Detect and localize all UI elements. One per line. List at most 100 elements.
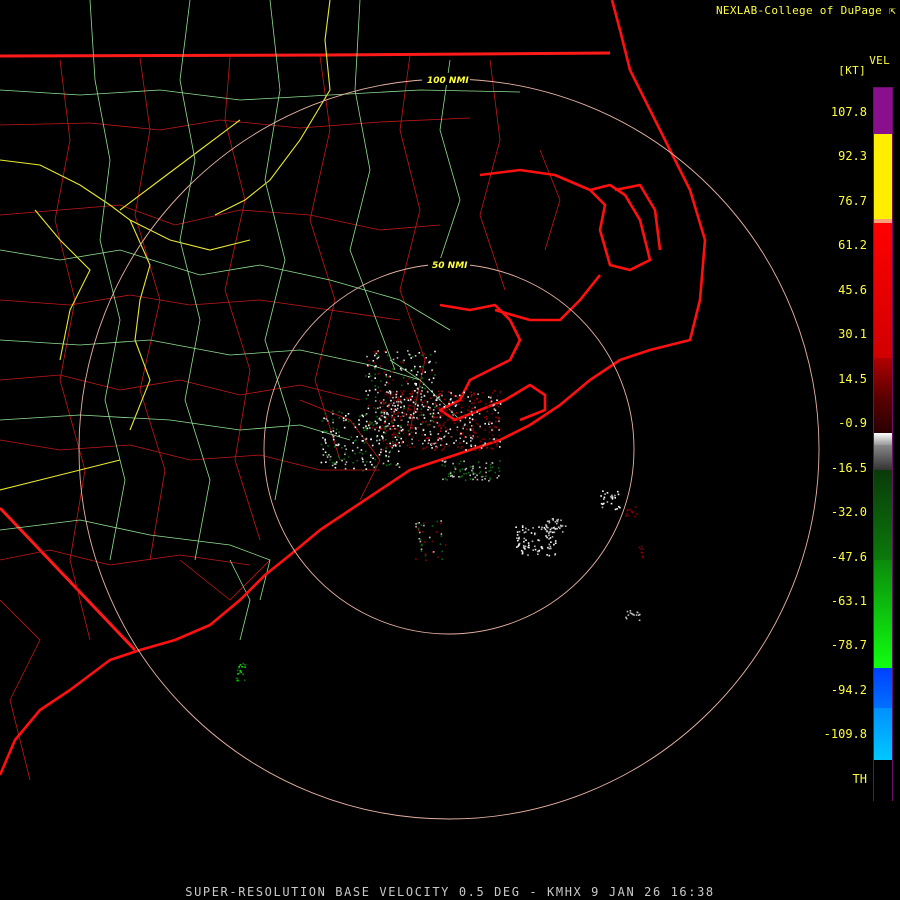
radar-return-pixel <box>499 460 501 462</box>
radar-return-pixel <box>389 392 392 395</box>
radar-return-pixel <box>378 417 381 420</box>
radar-return-pixel <box>382 439 385 442</box>
radar-return-pixel <box>356 436 358 438</box>
radar-return-pixel <box>551 527 553 529</box>
radar-return-pixel <box>325 442 327 444</box>
radar-return-pixel <box>625 616 627 619</box>
radar-return-pixel <box>484 478 486 480</box>
radar-return-pixel <box>369 427 371 429</box>
radar-return-pixel <box>366 429 368 431</box>
radar-return-pixel <box>420 400 423 402</box>
radar-return-pixel <box>461 468 464 470</box>
radar-return-pixel <box>418 531 421 534</box>
radar-return-pixel <box>457 396 459 398</box>
radar-return-pixel <box>367 407 370 410</box>
radar-return-pixel <box>481 479 484 481</box>
radar-return-pixel <box>441 550 443 553</box>
radar-return-pixel <box>462 425 464 428</box>
radar-return-pixel <box>388 376 390 378</box>
radar-return-pixel <box>516 546 518 548</box>
radar-return-pixel <box>397 401 400 403</box>
radar-return-pixel <box>399 445 401 447</box>
radar-return-pixel <box>603 496 606 499</box>
radar-return-pixel <box>420 550 423 552</box>
radar-return-pixel <box>378 442 380 445</box>
radar-return-pixel <box>474 432 477 435</box>
radar-return-pixel <box>610 502 613 505</box>
radar-return-pixel <box>498 475 500 477</box>
radar-return-pixel <box>333 445 336 448</box>
radar-return-pixel <box>380 412 382 414</box>
radar-return-pixel <box>386 442 388 445</box>
radar-return-pixel <box>381 436 384 438</box>
radar-return-pixel <box>554 528 556 530</box>
radar-return-pixel <box>478 412 481 415</box>
radar-return-pixel <box>553 531 556 534</box>
radar-return-pixel <box>421 390 423 392</box>
radar-return-pixel <box>372 424 375 426</box>
radar-return-pixel <box>366 355 368 358</box>
radar-return-pixel <box>476 474 478 477</box>
color-bar-segment <box>874 358 892 398</box>
radar-return-pixel <box>413 367 416 370</box>
radar-return-pixel <box>409 397 411 399</box>
radar-return-pixel <box>368 373 371 375</box>
radar-return-pixel <box>325 418 328 420</box>
radar-return-pixel <box>459 442 461 444</box>
radar-return-pixel <box>456 429 458 431</box>
radar-return-pixel <box>400 437 402 440</box>
radar-return-pixel <box>416 391 419 394</box>
radar-return-pixel <box>406 444 409 447</box>
radar-return-pixel <box>415 525 417 528</box>
radar-return-pixel <box>398 466 401 468</box>
radar-return-pixel <box>434 449 436 451</box>
radar-return-pixel <box>399 424 402 427</box>
radar-return-pixel <box>400 418 402 421</box>
radar-return-pixel <box>453 413 455 415</box>
radar-return-pixel <box>410 398 412 401</box>
radar-return-pixel <box>362 415 364 418</box>
radar-return-pixel <box>459 469 461 471</box>
radar-return-pixel <box>439 543 442 545</box>
radar-return-pixel <box>372 406 375 409</box>
radar-return-pixel <box>441 464 443 466</box>
radar-return-pixel <box>371 427 374 429</box>
radar-return-pixel <box>554 521 557 523</box>
radar-return-pixel <box>382 462 385 465</box>
radar-return-pixel <box>337 444 339 447</box>
radar-return-pixel <box>445 409 448 412</box>
radar-return-pixel <box>414 382 416 385</box>
radar-return-pixel <box>423 417 426 419</box>
radar-return-pixel <box>347 456 350 458</box>
radar-return-pixel <box>396 439 398 441</box>
radar-return-pixel <box>365 438 367 441</box>
radar-return-pixel <box>414 390 416 392</box>
radar-return-pixel <box>435 403 437 406</box>
radar-return-pixel <box>527 542 530 544</box>
radar-return-pixel <box>543 527 546 529</box>
radar-return-pixel <box>385 393 388 396</box>
legend-tick-label: TH <box>852 771 867 786</box>
range-ring-label-50: 50 NMI <box>432 261 468 271</box>
radar-return-pixel <box>545 535 547 537</box>
radar-return-pixel <box>614 497 616 499</box>
radar-return-pixel <box>383 422 386 424</box>
credit-text[interactable]: NEXLAB-College of DuPage ⇱ <box>716 4 896 17</box>
radar-return-pixel <box>474 419 477 421</box>
radar-return-pixel <box>627 514 629 517</box>
radar-return-pixel <box>324 440 326 442</box>
radar-return-pixel <box>358 423 360 426</box>
radar-return-pixel <box>361 457 363 459</box>
radar-return-pixel <box>476 411 478 413</box>
radar-return-pixel <box>450 392 452 394</box>
radar-return-pixel <box>387 413 389 416</box>
radar-return-pixel <box>338 431 340 433</box>
radar-return-pixel <box>463 436 466 439</box>
radar-return-pixel <box>393 416 396 419</box>
radar-return-pixel <box>429 408 432 411</box>
radar-return-pixel <box>463 398 465 400</box>
color-bar-segment <box>874 398 892 433</box>
radar-return-pixel <box>380 380 382 382</box>
radar-return-pixel <box>476 478 479 481</box>
radar-return-pixel <box>429 360 431 363</box>
